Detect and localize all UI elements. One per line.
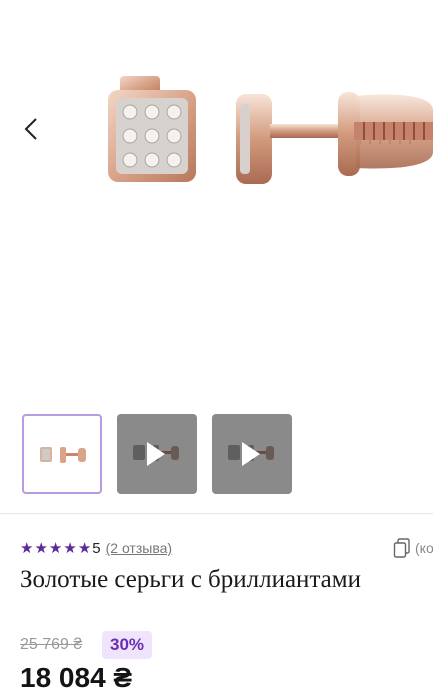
product-gallery: [0, 0, 433, 494]
rating-stars: ★ ★ ★ ★ ★: [20, 538, 92, 557]
play-icon[interactable]: [242, 442, 260, 466]
star-icon: ★: [63, 538, 77, 557]
product-title: Золотые серьги с бриллиантами: [20, 566, 361, 593]
star-icon: ★: [48, 538, 63, 557]
thumbnail-video[interactable]: [212, 414, 292, 494]
rating-value: 5: [92, 539, 101, 557]
reviews-link[interactable]: (2 отзыва): [106, 540, 172, 556]
play-icon[interactable]: [147, 442, 165, 466]
chevron-left-icon[interactable]: [14, 112, 48, 146]
compare-label: (ко: [415, 540, 433, 556]
product-image[interactable]: [98, 70, 433, 200]
divider: [0, 513, 433, 514]
thumbnail-strip: [0, 414, 433, 496]
rating-row: ★ ★ ★ ★ ★ 5 (2 отзыва): [20, 538, 172, 558]
discount-badge: 30%: [102, 631, 153, 659]
compare-icon: [393, 538, 410, 558]
earring-thumbnail-icon: [40, 447, 86, 463]
thumbnail-video[interactable]: [117, 414, 197, 494]
star-icon: ★: [20, 538, 34, 557]
compare-button[interactable]: (ко: [393, 538, 433, 558]
thumbnail-image[interactable]: [22, 414, 102, 494]
current-price: 18 084 ₴: [20, 662, 133, 693]
old-price: 25 769 ₴: [20, 636, 83, 653]
star-icon: ★: [77, 538, 92, 557]
star-icon: ★: [34, 538, 48, 557]
